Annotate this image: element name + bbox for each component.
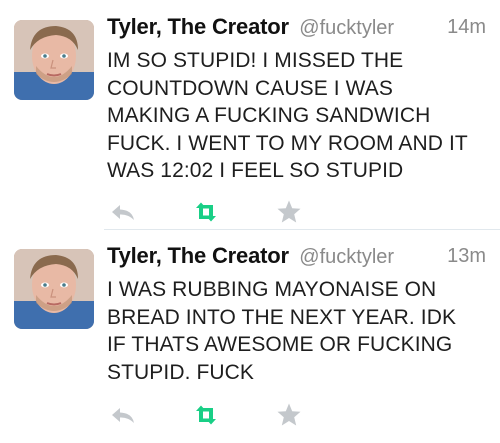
tweet-actions — [108, 197, 328, 227]
tweet-text-line: I WAS RUBBING MAYONAISE ON — [107, 278, 437, 301]
author-handle[interactable]: @fucktyler — [299, 246, 394, 268]
reply-icon — [112, 205, 134, 220]
timestamp[interactable]: 14m — [447, 16, 486, 39]
avatar[interactable] — [14, 249, 94, 329]
author-name[interactable]: Tyler, The Creator — [107, 243, 289, 268]
tweet-text-line: COUNTDOWN CAUSE I WAS — [107, 76, 393, 100]
tweet-text: I WAS RUBBING MAYONAISE ON BREAD INTO TH… — [107, 276, 488, 386]
author-name[interactable]: Tyler, The Creator — [107, 14, 289, 39]
reply-button[interactable] — [108, 400, 138, 430]
tweet-text-line: FUCK. I WENT TO MY ROOM AND IT — [107, 131, 468, 155]
tweet[interactable]: Tyler, The Creator @fucktyler 14m IM SO … — [0, 0, 500, 229]
retweet-button[interactable] — [191, 400, 221, 430]
retweet-button[interactable] — [191, 197, 221, 227]
favorite-button[interactable] — [274, 197, 304, 227]
author-handle[interactable]: @fucktyler — [299, 17, 394, 39]
reply-button[interactable] — [108, 197, 138, 227]
tweet-text-line: IM SO STUPID! I MISSED THE — [107, 49, 404, 72]
reply-icon — [112, 408, 134, 423]
tweet-text-line: MAKING A FUCKING SANDWICH — [107, 104, 431, 127]
tweet-header: Tyler, The Creator @fucktyler 13m — [107, 243, 486, 275]
timestamp[interactable]: 13m — [447, 245, 486, 268]
retweet-icon — [196, 405, 216, 425]
avatar[interactable] — [14, 20, 94, 100]
retweet-icon — [196, 202, 216, 222]
tweet-header: Tyler, The Creator @fucktyler 14m — [107, 14, 486, 46]
timeline: Tyler, The Creator @fucktyler 14m IM SO … — [0, 0, 500, 443]
tweet-text: IM SO STUPID! I MISSED THE COUNTDOWN CAU… — [107, 47, 488, 185]
tweet-text-line: BREAD INTO THE NEXT YEAR. IDK — [107, 305, 457, 329]
tweet-text-line: STUPID. FUCK — [107, 360, 255, 384]
tweet[interactable]: Tyler, The Creator @fucktyler 13m I WAS … — [0, 229, 500, 443]
favorite-star-icon — [277, 403, 301, 426]
tweet-text-line: WAS 12:02 I FEEL SO STUPID — [107, 159, 404, 182]
favorite-star-icon — [277, 200, 301, 223]
tweet-actions — [108, 400, 328, 430]
favorite-button[interactable] — [274, 400, 304, 430]
tweet-text-line: IF THATS AWESOME OR FUCKING — [107, 333, 453, 356]
